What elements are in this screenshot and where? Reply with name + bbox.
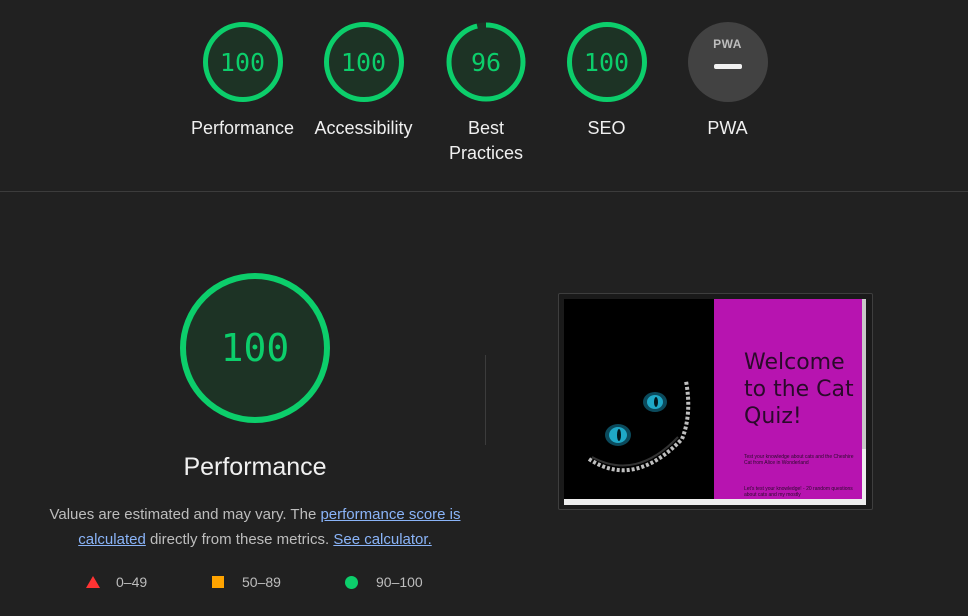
- gauge-score: 96: [470, 47, 502, 77]
- welcome-heading: Welcome to the Cat Quiz!: [744, 350, 854, 429]
- cat-grin-graphic: [587, 380, 691, 473]
- cheshire-cat-image: [564, 299, 714, 499]
- screenshot-paragraph: Test your knowledge about cats and the C…: [744, 454, 854, 466]
- legend-pass: 90–100: [345, 574, 423, 590]
- vertical-divider: [485, 355, 486, 445]
- section-divider: [0, 191, 968, 192]
- legend-average: 50–89: [212, 574, 281, 590]
- circle-icon: [345, 575, 358, 589]
- gauge-label: Performance: [190, 118, 295, 138]
- gauge-accessibility[interactable]: 100 Accessibility: [301, 22, 426, 141]
- screenshot-welcome-panel: Welcome to the Cat Quiz! Test your knowl…: [714, 299, 862, 499]
- gauge-score: 100: [583, 47, 630, 77]
- gauge-ring: 100: [202, 22, 283, 102]
- gauge-ring: 100: [566, 22, 647, 102]
- pwa-badge: PWA: [687, 22, 768, 102]
- gauge-label: PWA: [707, 118, 748, 138]
- legend-range: 0–49: [116, 574, 148, 590]
- gauge-score: 100: [340, 47, 387, 77]
- desc-text: directly from these metrics.: [145, 531, 334, 548]
- gauge-label: Accessibility: [314, 118, 413, 138]
- gauge-seo[interactable]: 100 SEO: [544, 22, 669, 141]
- gauge-best-practices[interactable]: 96 Best Practices: [436, 22, 536, 166]
- screenshot-scrollbar: [862, 299, 866, 449]
- final-screenshot[interactable]: Welcome to the Cat Quiz! Test your knowl…: [558, 293, 873, 510]
- gauge-pwa[interactable]: PWA PWA: [665, 22, 790, 141]
- performance-description: Values are estimated and may vary. The p…: [40, 502, 470, 552]
- performance-big-gauge: 100: [180, 273, 330, 423]
- gauge-label: Best Practices: [448, 118, 524, 163]
- triangle-icon: [86, 575, 100, 588]
- legend-range: 90–100: [376, 574, 423, 590]
- square-icon: [212, 576, 224, 588]
- gauge-performance[interactable]: 100 Performance: [180, 22, 305, 141]
- gauge-label: SEO: [587, 118, 626, 138]
- gauge-score: 100: [220, 326, 290, 370]
- dash-icon: [713, 64, 742, 69]
- pwa-logo-text: PWA: [713, 37, 742, 51]
- gauge-score: 100: [219, 47, 266, 77]
- gauge-ring: 100: [323, 22, 404, 102]
- see-calculator-link[interactable]: See calculator.: [333, 531, 431, 548]
- screenshot-image: Welcome to the Cat Quiz! Test your knowl…: [564, 299, 866, 505]
- legend-range: 50–89: [242, 574, 281, 590]
- legend-fail: 0–49: [86, 574, 147, 590]
- screenshot-paragraph: Let's test your knowledge! - 20 random q…: [744, 486, 853, 498]
- gauge-ring: 96: [446, 22, 526, 102]
- gauge-ring: 100: [180, 273, 330, 423]
- performance-title: Performance: [183, 453, 327, 481]
- desc-text: Values are estimated and may vary. The: [49, 506, 321, 523]
